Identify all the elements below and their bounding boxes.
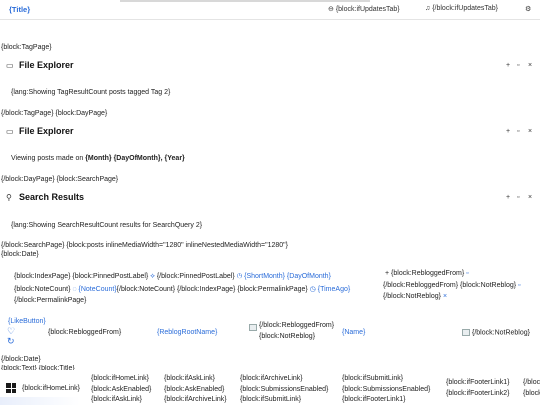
reblogged-from-close: {/block:RebloggedFrom} xyxy=(259,322,335,329)
footer-link[interactable]: {block:ifHomeLink} xyxy=(91,374,151,385)
blog-name-link[interactable]: {Name} xyxy=(342,329,365,336)
pin-icon: ⟡ xyxy=(150,273,155,280)
footer-link[interactable]: {block: xyxy=(523,389,540,400)
folder-icon: ▭ xyxy=(6,61,14,70)
not-reblog-close: {/block:NotReblog} × xyxy=(383,293,448,300)
post-meta-line-3: {/block:PermalinkPage} xyxy=(14,297,87,304)
gear-icon[interactable]: ⚙ xyxy=(525,5,531,13)
comment-icon: ◌ xyxy=(72,286,77,293)
date-block-open: {block:Date} xyxy=(1,251,39,258)
top-bar-divider xyxy=(120,0,370,2)
time-ago-link[interactable]: {TimeAgo} xyxy=(318,286,350,293)
day-page-close: {/block:DayPage} {block:SearchPage} xyxy=(1,176,119,183)
search-result-text: {lang:Showing SearchResultCount results … xyxy=(11,222,203,229)
footer-home-link[interactable]: {block:ifHomeLink} xyxy=(22,385,80,392)
notifications-button[interactable]: ♫ {/block:ifUpdatesTab} xyxy=(425,5,498,12)
reblog-icon: ▫ xyxy=(466,270,469,277)
search-panel-title: Search Results xyxy=(19,192,85,202)
tag-page-close: {/block:TagPage} {block:DayPage} xyxy=(1,110,108,117)
footer-taskbar: {block:ifHomeLink} {block:ifHomeLink} {b… xyxy=(0,370,540,405)
clock-icon: ◷ xyxy=(309,286,316,293)
tag-panel-title: File Explorer xyxy=(19,60,74,70)
footer-link[interactable]: {block:ifArchiveLink} xyxy=(164,395,227,405)
footer-link[interactable]: {block:AskEnabled} xyxy=(91,385,151,396)
image-icon xyxy=(462,329,470,336)
footer-col-4: {block:ifSubmitLink} {block:SubmissionsE… xyxy=(342,374,430,405)
footer-link[interactable]: {block:SubmissionsEnabled} xyxy=(240,385,328,396)
not-reblog-end: {/block:NotReblog} xyxy=(462,329,530,336)
post-meta-line-1: {block:IndexPage} {block:PinnedPostLabel… xyxy=(14,273,331,280)
footer-col-2: {block:ifAskLink} {block:AskEnabled} {bl… xyxy=(164,374,227,405)
close-button[interactable]: × xyxy=(528,194,532,201)
day-panel-header: ▭ File Explorer + ▫ × xyxy=(0,124,540,140)
footer-link[interactable]: {block:AskEnabled} xyxy=(164,385,227,396)
not-reblog-open: {block:NotReblog} xyxy=(259,333,316,340)
footer-link[interactable]: {block:ifFooterLink1} xyxy=(446,378,509,389)
footer-col-6: {/bloc {block: xyxy=(523,378,540,399)
add-button[interactable]: + xyxy=(506,194,510,201)
day-result-text: Viewing posts made on {Month} {DayOfMont… xyxy=(11,155,185,162)
footer-col-3: {block:ifArchiveLink} {block:Submissions… xyxy=(240,374,328,405)
note-count-link[interactable]: {NoteCount} xyxy=(79,286,117,293)
image-icon xyxy=(249,324,257,331)
reblogged-from-label: {block:RebloggedFrom} xyxy=(48,329,122,336)
folder-icon: ▭ xyxy=(6,127,14,136)
footer-link[interactable]: {block:ifAskLink} xyxy=(164,374,227,385)
history-icon: ⊖ xyxy=(328,6,334,13)
footer-link[interactable]: {/bloc xyxy=(523,378,540,389)
clock-icon: ◷ xyxy=(236,273,243,280)
close-button[interactable]: × xyxy=(528,62,532,69)
footer-link[interactable]: {block:ifSubmitLink} xyxy=(240,395,328,405)
footer-highlight xyxy=(0,397,80,405)
updates-tab-button[interactable]: ⊖ {block:ifUpdatesTab} xyxy=(328,5,400,13)
short-date-link[interactable]: {ShortMonth} {DayOfMonth} xyxy=(244,273,331,280)
page-title[interactable]: {Title} xyxy=(9,5,30,14)
search-icon: ⚲ xyxy=(6,193,12,202)
footer-link[interactable]: {block:ifFooterLink1} xyxy=(342,395,430,405)
footer-col-5: {block:ifFooterLink1} {block:ifFooterLin… xyxy=(446,378,509,399)
tag-result-text: {lang:Showing TagResultCount posts tagge… xyxy=(11,89,171,96)
footer-link[interactable]: {block:SubmissionsEnabled} xyxy=(342,385,430,396)
tag-panel-header: ▭ File Explorer + ▫ × xyxy=(0,58,540,74)
footer-link[interactable]: {block:ifSubmitLink} xyxy=(342,374,430,385)
reblog-icon: ▫ xyxy=(518,282,521,289)
close-icon[interactable]: × xyxy=(443,293,447,300)
windows-icon[interactable] xyxy=(6,383,16,393)
footer-link[interactable]: {block:ifArchiveLink} xyxy=(240,374,328,385)
add-button[interactable]: + xyxy=(506,62,510,69)
top-bar: {Title} ⊖ {block:ifUpdatesTab} ♫ {/block… xyxy=(0,0,540,20)
search-panel-header: ⚲ Search Results + ▫ × xyxy=(0,190,540,206)
reblog-icon[interactable]: ↻ xyxy=(7,336,15,347)
search-page-close: {/block:SearchPage} {block:posts inlineM… xyxy=(1,242,289,249)
restore-button[interactable]: ▫ xyxy=(517,62,519,69)
reblog-avatar xyxy=(249,324,259,331)
day-date: {Month} {DayOfMonth}, {Year} xyxy=(85,155,185,162)
footer-link[interactable]: {block:ifFooterLink2} xyxy=(446,389,509,400)
reblogged-from-open: + {block:RebloggedFrom} ▫ xyxy=(385,270,469,277)
day-panel-title: File Explorer xyxy=(19,126,74,136)
bell-icon: ♫ xyxy=(425,5,431,12)
footer-col-1: {block:ifHomeLink} {block:AskEnabled} {b… xyxy=(91,374,151,405)
close-button[interactable]: × xyxy=(528,128,532,135)
like-button[interactable]: {LikeButton} xyxy=(8,318,46,325)
tag-page-open: {block:TagPage} xyxy=(1,44,52,51)
date-block-close: {/block:Date} xyxy=(1,356,41,363)
reblog-root-name-link[interactable]: {ReblogRootName} xyxy=(157,329,217,336)
add-button[interactable]: + xyxy=(506,128,510,135)
restore-button[interactable]: ▫ xyxy=(517,128,519,135)
restore-button[interactable]: ▫ xyxy=(517,194,519,201)
footer-link[interactable]: {block:ifAskLink} xyxy=(91,395,151,405)
post-meta-line-2: {block:NoteCount} ◌ {NoteCount}{/block:N… xyxy=(14,286,351,293)
not-reblog-line: {/block:RebloggedFrom} {block:NotReblog}… xyxy=(383,282,521,289)
